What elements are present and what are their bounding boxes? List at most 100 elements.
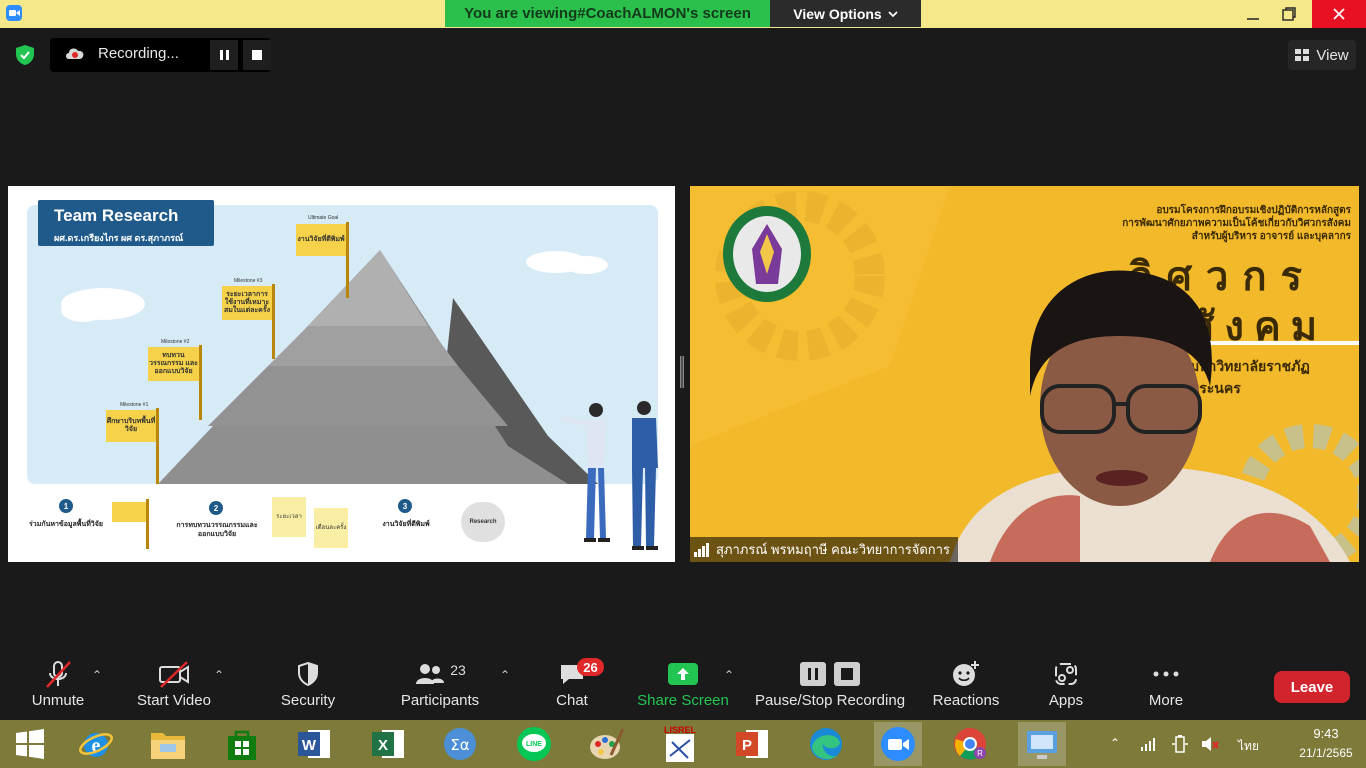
excel-icon: X xyxy=(372,730,404,758)
zoom-app-icon xyxy=(881,727,915,761)
share-screen-button[interactable]: Share Screen xyxy=(636,656,730,720)
milestone3-flag: ระยะเวลาการใช้งานที่เหมาะสมในแต่ละครั้ง xyxy=(222,286,272,320)
taskbar-edge[interactable] xyxy=(802,722,850,766)
event-header-line2: การพัฒนาศักยภาพความเป็นโค้ชเกี่ยวกับวิศว… xyxy=(1122,218,1351,229)
people-illustration xyxy=(561,401,658,550)
apps-icon xyxy=(1054,656,1078,692)
event-header: อบรมโครงการฝึกอบรมเชิงปฏิบัติการหลักสูตร… xyxy=(1122,204,1351,243)
flag-pole xyxy=(156,408,159,484)
event-header-line1: อบรมโครงการฝึกอบรมเชิงปฏิบัติการหลักสูตร xyxy=(1156,205,1351,216)
apps-button[interactable]: Apps xyxy=(1040,656,1092,720)
battery-icon[interactable] xyxy=(1170,734,1190,754)
participant-video-tile[interactable]: อบรมโครงการฝึกอบรมเชิงปฏิบัติการหลักสูตร… xyxy=(690,186,1359,562)
milestone3-label: Milestone #3 xyxy=(234,278,263,284)
taskbar-word[interactable]: W xyxy=(290,722,338,766)
participants-icon xyxy=(416,664,445,684)
milestone2-label: Milestone #2 xyxy=(161,339,190,345)
audio-options-caret-icon[interactable]: ⌃ xyxy=(92,668,102,682)
step1-flag xyxy=(112,502,148,522)
chevron-down-icon xyxy=(888,10,898,17)
close-icon xyxy=(1333,8,1345,20)
step3-number: 3 xyxy=(398,499,412,513)
apps-label: Apps xyxy=(1048,692,1084,709)
leave-meeting-button[interactable]: Leave xyxy=(1274,671,1350,703)
split-view-drag-handle[interactable] xyxy=(680,356,684,388)
shared-screen-slide: Team Research ผศ.ดร.เกรียงไกร ผศ ดร.สุภา… xyxy=(8,186,675,562)
pause-stop-icon xyxy=(800,662,860,686)
note-period: ระยะเวลา xyxy=(272,497,306,537)
language-indicator[interactable]: ไทย xyxy=(1238,737,1259,756)
stop-recording-button[interactable] xyxy=(243,40,271,70)
pause-icon xyxy=(219,50,223,60)
encryption-shield-icon[interactable] xyxy=(13,43,37,67)
taskbar-line[interactable]: LINE xyxy=(510,722,558,766)
line-app-icon: LINE xyxy=(517,727,551,761)
pause-stop-recording-button[interactable]: Pause/Stop Recording xyxy=(752,656,908,720)
clock-time[interactable]: 9:43 xyxy=(1296,726,1356,741)
store-bag-icon xyxy=(228,730,256,760)
windows-logo-icon xyxy=(16,729,44,759)
grid-view-icon xyxy=(1295,49,1310,61)
ultimate-goal-label: Ultimate Goal xyxy=(308,215,339,221)
lisrel-icon: LISREL xyxy=(664,725,696,762)
taskbar-chrome[interactable]: R xyxy=(946,722,994,766)
paint-palette-icon xyxy=(590,728,625,759)
show-hidden-icons-button[interactable]: ⌃ xyxy=(1110,736,1120,750)
flag-pole xyxy=(272,284,275,359)
network-signal-icon[interactable] xyxy=(1140,736,1156,752)
participants-label: Participants xyxy=(400,692,480,709)
restore-icon xyxy=(1282,7,1296,21)
viewing-banner-prefix: You are viewing xyxy=(464,5,578,22)
internet-explorer-icon: e xyxy=(79,733,113,757)
taskbar-store[interactable] xyxy=(218,722,266,766)
close-button[interactable] xyxy=(1312,0,1366,28)
pause-stop-label: Pause/Stop Recording xyxy=(754,692,906,709)
taskbar-remote-desktop[interactable] xyxy=(1018,722,1066,766)
unmute-button[interactable]: Unmute xyxy=(26,656,90,720)
cloud-recording-icon xyxy=(66,48,84,59)
more-dots-icon xyxy=(1152,656,1180,692)
view-layout-button[interactable]: View xyxy=(1288,40,1356,70)
view-options-button[interactable]: View Options xyxy=(770,0,921,27)
participants-button[interactable]: 23 Participants xyxy=(396,656,484,720)
svg-text:LINE: LINE xyxy=(526,741,542,748)
taskbar-file-explorer[interactable] xyxy=(144,722,192,766)
participants-icon-row: 23 xyxy=(414,656,466,692)
unmute-label: Unmute xyxy=(31,692,85,709)
maximize-button[interactable] xyxy=(1266,0,1312,28)
taskbar-lisrel[interactable]: LISREL xyxy=(656,722,704,766)
viewing-banner-name: #CoachALMON's screen xyxy=(577,5,751,22)
milestone2-flag: ทบทวนวรรณกรรม และออกแบบวิจัย xyxy=(148,347,199,381)
taskbar-powerpoint[interactable]: P xyxy=(728,722,776,766)
taskbar-paint[interactable] xyxy=(582,722,630,766)
start-button[interactable] xyxy=(6,722,54,766)
participants-options-caret-icon[interactable]: ⌃ xyxy=(500,668,510,682)
taskbar-zoom[interactable] xyxy=(874,722,922,766)
svg-text:P: P xyxy=(742,737,752,754)
volume-muted-icon[interactable] xyxy=(1200,734,1220,754)
taskbar-math-input[interactable]: Σα xyxy=(436,722,484,766)
more-label: More xyxy=(1148,692,1184,709)
flag-pole xyxy=(346,222,349,298)
taskbar-excel[interactable]: X xyxy=(364,722,412,766)
math-input-icon: Σα xyxy=(444,728,476,760)
start-video-button[interactable]: Start Video xyxy=(134,656,214,720)
milestone1-label: Milestone #1 xyxy=(120,402,149,408)
reactions-button[interactable]: Reactions xyxy=(930,656,1002,720)
clock-date[interactable]: 21/1/2565 xyxy=(1296,746,1356,760)
video-options-caret-icon[interactable]: ⌃ xyxy=(214,668,224,682)
ultimate-goal-flag: งานวิจัยที่ตีพิมพ์ xyxy=(296,224,346,256)
security-button[interactable]: Security xyxy=(276,656,340,720)
share-screen-icon xyxy=(667,656,699,692)
pause-recording-button[interactable] xyxy=(210,40,238,70)
reactions-smiley-icon xyxy=(951,656,981,692)
share-options-caret-icon[interactable]: ⌃ xyxy=(724,668,734,682)
security-label: Security xyxy=(280,692,336,709)
word-icon: W xyxy=(298,730,330,758)
stop-icon xyxy=(252,50,262,60)
step3-text: งานวิจัยที่ตีพิมพ์ xyxy=(382,521,430,528)
note-monthly: เดือนละครั้ง xyxy=(314,508,348,548)
taskbar-internet-explorer[interactable]: e xyxy=(72,722,120,766)
participants-count: 23 xyxy=(450,662,466,678)
more-button[interactable]: More xyxy=(1138,656,1194,720)
